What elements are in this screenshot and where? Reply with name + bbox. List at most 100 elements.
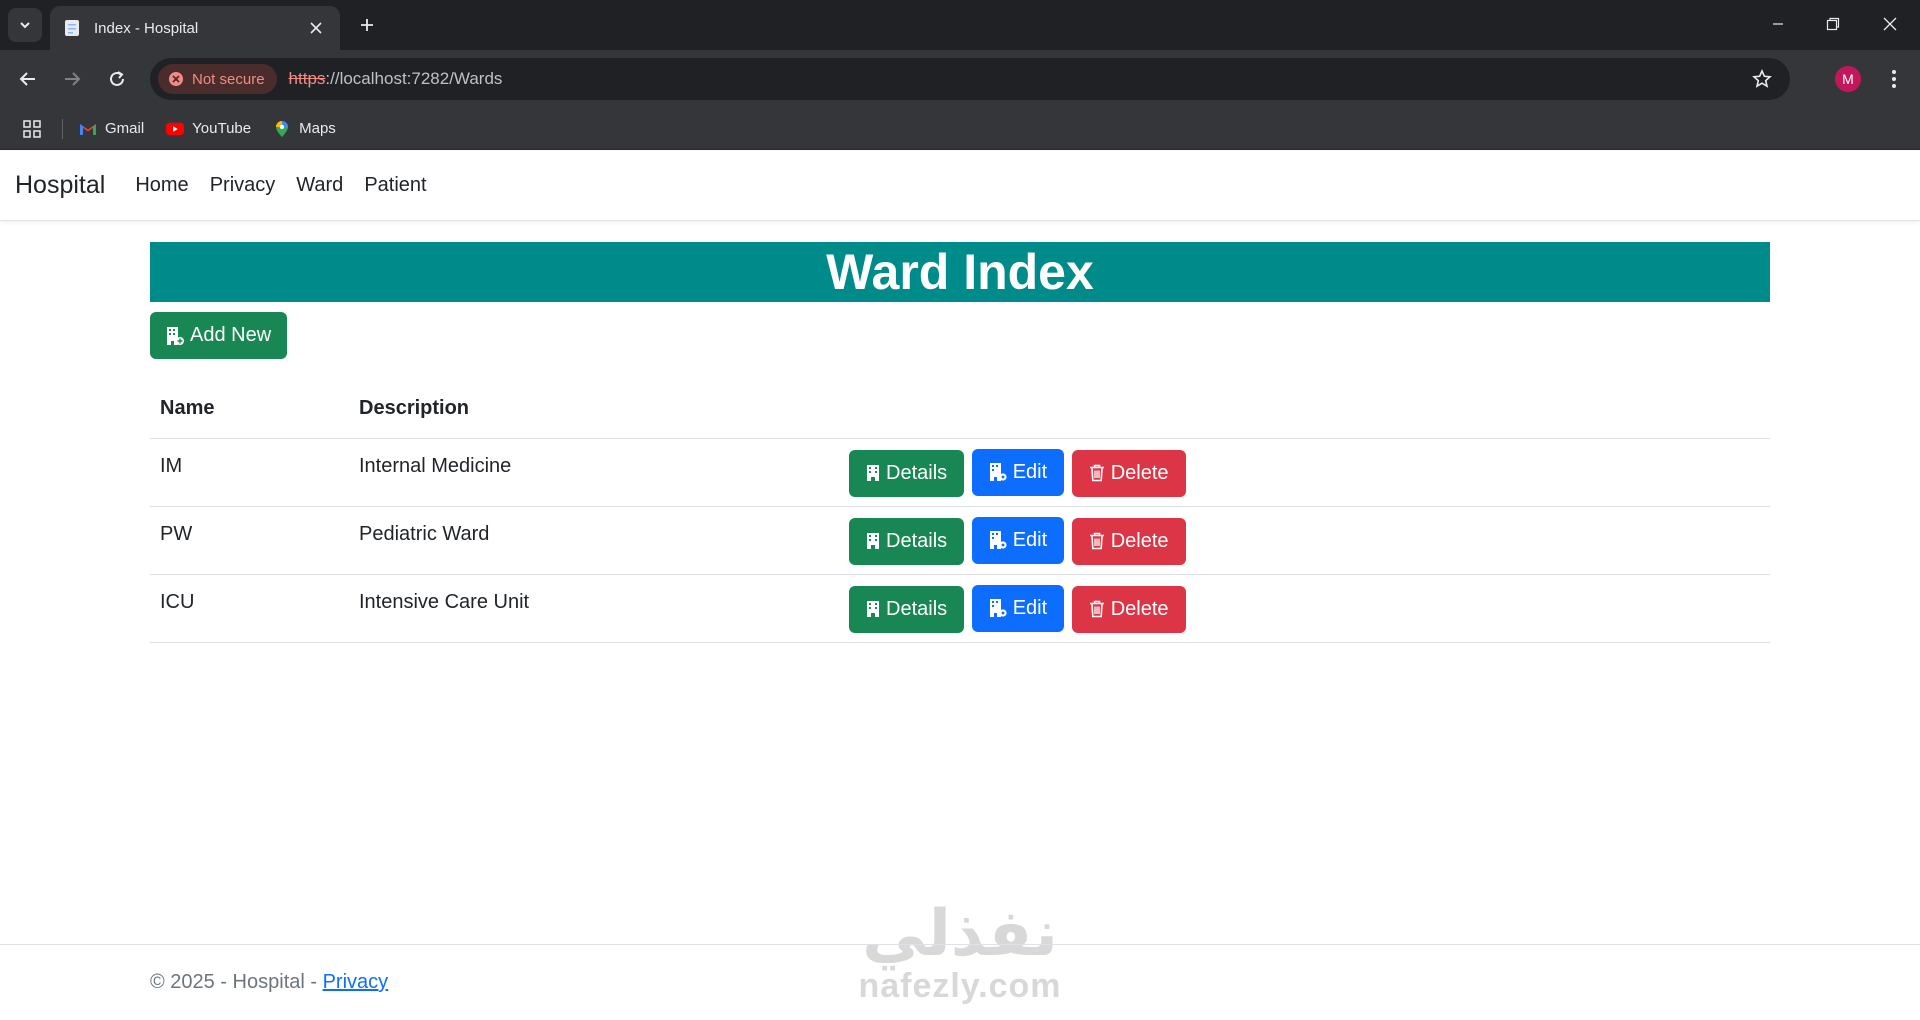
restore-button[interactable] xyxy=(1811,6,1855,42)
back-button[interactable] xyxy=(10,61,46,97)
page-title-banner: Ward Index xyxy=(150,242,1770,302)
delete-button[interactable]: Delete xyxy=(1071,449,1186,497)
delete-label: Delete xyxy=(1110,461,1169,484)
reload-button[interactable] xyxy=(99,61,135,97)
column-header-description: Description xyxy=(349,380,839,439)
details-button[interactable]: Details xyxy=(849,449,965,497)
close-icon xyxy=(1883,17,1897,31)
bookmark-star-button[interactable] xyxy=(1746,63,1778,95)
ward-name-cell: PW xyxy=(150,506,349,575)
page-icon xyxy=(62,18,82,38)
building-icon xyxy=(867,601,879,617)
address-bar[interactable]: Not secure https://localhost:7282/Wards xyxy=(150,58,1790,100)
chevron-down-icon xyxy=(20,22,30,29)
details-button[interactable]: Details xyxy=(849,517,965,565)
details-button[interactable]: Details xyxy=(849,585,965,633)
bookmarks-bar: Gmail YouTube Maps xyxy=(0,108,1920,150)
security-chip[interactable]: Not secure xyxy=(158,64,277,94)
restore-icon xyxy=(1826,17,1840,31)
tab-title: Index - Hospital xyxy=(94,19,199,37)
apps-grid-icon[interactable] xyxy=(20,117,44,141)
table-row: PW Pediatric Ward Details Edit Delete xyxy=(150,506,1770,575)
edit-label: Edit xyxy=(1012,596,1048,619)
plus-icon xyxy=(361,19,373,31)
delete-label: Delete xyxy=(1110,529,1169,552)
reload-icon xyxy=(110,71,124,86)
url-scheme: https xyxy=(288,69,326,88)
delete-button[interactable]: Delete xyxy=(1071,585,1186,633)
table-header-row: Name Description xyxy=(150,380,1770,439)
building-gear-icon xyxy=(989,463,1007,481)
gmail-icon xyxy=(79,120,97,138)
column-header-name: Name xyxy=(150,380,349,439)
bookmark-gmail[interactable]: Gmail xyxy=(79,120,144,138)
page-title: Ward Index xyxy=(826,244,1094,300)
bookmark-label: Maps xyxy=(299,120,336,137)
delete-button[interactable]: Delete xyxy=(1071,517,1186,565)
building-icon xyxy=(867,465,879,481)
row-actions: Details Edit Delete xyxy=(839,574,1770,643)
star-icon xyxy=(1752,69,1772,88)
browser-menu-button[interactable] xyxy=(1878,63,1910,95)
page-content: Hospital Home Privacy Ward Patient Ward … xyxy=(0,151,1920,1020)
add-new-label: Add New xyxy=(190,324,272,346)
site-navbar: Hospital Home Privacy Ward Patient xyxy=(0,151,1920,221)
edit-button[interactable]: Edit xyxy=(971,584,1065,632)
site-footer: © 2025 - Hospital - Privacy xyxy=(0,944,1920,1020)
profile-avatar[interactable]: M xyxy=(1835,66,1861,92)
trash-icon xyxy=(1089,532,1104,550)
nav-link-ward[interactable]: Ward xyxy=(296,174,343,197)
edit-button[interactable]: Edit xyxy=(971,448,1065,496)
close-tab-icon[interactable] xyxy=(304,16,328,40)
ward-name-cell: IM xyxy=(150,438,349,507)
building-icon xyxy=(867,533,879,549)
tab-search-button[interactable] xyxy=(8,8,42,42)
nav-link-privacy[interactable]: Privacy xyxy=(210,174,276,197)
arrow-left-icon xyxy=(19,72,35,86)
edit-label: Edit xyxy=(1012,460,1048,483)
url-path: ://localhost:7282/Wards xyxy=(325,69,503,88)
forward-button[interactable] xyxy=(54,61,90,97)
details-label: Details xyxy=(886,529,948,552)
bookmark-maps[interactable]: Maps xyxy=(273,120,336,138)
more-vertical-icon xyxy=(1892,70,1896,88)
ward-description-cell: Internal Medicine xyxy=(349,438,839,507)
table-row: ICU Intensive Care Unit Details Edit Del… xyxy=(150,574,1770,643)
warning-circle-icon xyxy=(169,72,183,86)
bookmark-youtube[interactable]: YouTube xyxy=(166,120,251,138)
navbar-brand[interactable]: Hospital xyxy=(15,171,105,200)
building-gear-icon xyxy=(989,599,1007,617)
main-container: Ward Index Add New Name Description IM I… xyxy=(150,242,1770,643)
edit-label: Edit xyxy=(1012,528,1048,551)
column-header-actions xyxy=(839,380,1770,439)
bookmarks-divider xyxy=(62,118,63,139)
nav-link-patient[interactable]: Patient xyxy=(364,174,426,197)
bookmark-label: YouTube xyxy=(192,120,252,137)
arrow-right-icon xyxy=(65,72,81,86)
building-add-icon xyxy=(167,326,184,345)
close-window-button[interactable] xyxy=(1868,6,1912,42)
url-text[interactable]: https://localhost:7282/Wards xyxy=(289,69,503,89)
footer-copyright: © 2025 - Hospital - xyxy=(150,971,323,993)
footer-text: © 2025 - Hospital - Privacy xyxy=(150,971,388,994)
building-gear-icon xyxy=(989,531,1007,549)
trash-icon xyxy=(1089,464,1104,482)
edit-button[interactable]: Edit xyxy=(971,516,1065,564)
row-actions: Details Edit Delete xyxy=(839,506,1770,575)
maps-icon xyxy=(273,120,291,138)
browser-tab-active[interactable]: Index - Hospital xyxy=(50,6,340,50)
youtube-icon xyxy=(166,120,185,138)
details-label: Details xyxy=(886,597,948,620)
ward-description-cell: Pediatric Ward xyxy=(349,506,839,575)
nav-link-home[interactable]: Home xyxy=(135,174,188,197)
bookmark-label: Gmail xyxy=(105,120,145,137)
minimize-button[interactable] xyxy=(1756,6,1800,42)
ward-name-cell: ICU xyxy=(150,574,349,643)
add-new-button[interactable]: Add New xyxy=(150,312,288,359)
ward-description-cell: Intensive Care Unit xyxy=(349,574,839,643)
security-label: Not secure xyxy=(192,70,265,88)
minimize-icon xyxy=(1773,23,1783,25)
footer-privacy-link[interactable]: Privacy xyxy=(323,971,389,993)
delete-label: Delete xyxy=(1110,597,1169,620)
new-tab-button[interactable] xyxy=(352,10,382,40)
